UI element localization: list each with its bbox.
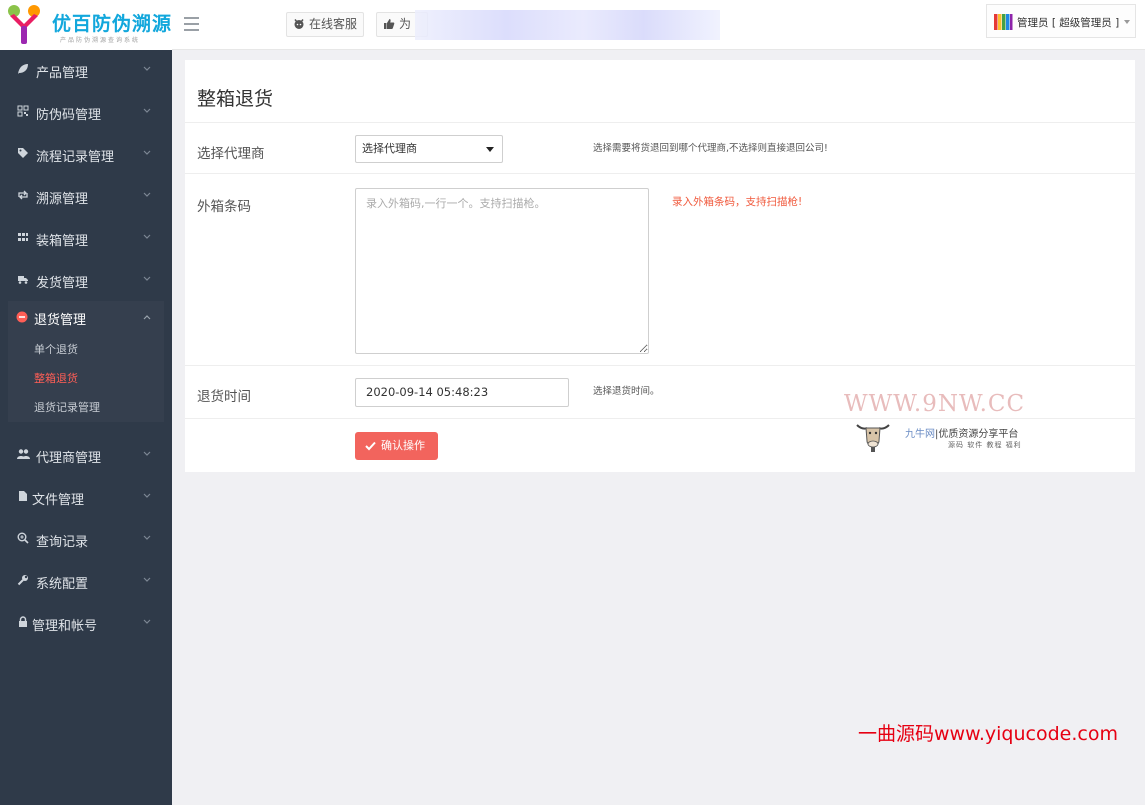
blurred-region bbox=[415, 10, 720, 40]
chevron-down-icon bbox=[142, 532, 152, 542]
minus-circle-icon bbox=[16, 311, 28, 323]
barcode-textarea[interactable] bbox=[355, 188, 649, 354]
sidebar-menu: 产品管理 防伪码管理 流程记录管理 溯源管理 装箱管理 发货管理 退货管理 单个… bbox=[0, 49, 172, 644]
logo-mark-icon bbox=[8, 5, 40, 44]
online-service-label: 在线客服 bbox=[309, 17, 358, 31]
sidebar-item-label: 管理和帐号 bbox=[32, 619, 98, 634]
divider bbox=[185, 122, 1135, 123]
watermark-brand: 九牛网 bbox=[905, 429, 935, 440]
top-bar: 在线客服 为 管理员 [ 超级管理员 ] bbox=[172, 0, 1145, 50]
sidebar-item-query-records[interactable]: 查询记录 bbox=[0, 518, 172, 560]
divider bbox=[185, 173, 1135, 174]
cow-logo-icon bbox=[856, 424, 890, 452]
sidebar-item-system-config[interactable]: 系统配置 bbox=[0, 560, 172, 602]
sidebar-item-label: 发货管理 bbox=[36, 276, 89, 291]
chevron-down-icon bbox=[142, 189, 152, 199]
sidebar-subitem-single-return[interactable]: 单个退货 bbox=[8, 335, 164, 364]
like-label: 为 bbox=[399, 17, 412, 31]
menu-toggle-icon[interactable] bbox=[184, 17, 199, 31]
divider bbox=[185, 418, 1135, 419]
caret-down-icon bbox=[1124, 20, 1130, 24]
retweet-icon bbox=[16, 189, 30, 203]
search-plus-icon bbox=[16, 532, 30, 546]
check-icon bbox=[365, 441, 376, 451]
sidebar: 优百防伪溯源 产品防伪溯源查询系统 产品管理 防伪码管理 流程记录管理 溯源管理… bbox=[0, 0, 172, 805]
sidebar-item-anticounterfeit[interactable]: 防伪码管理 bbox=[0, 91, 172, 133]
thumbs-up-icon bbox=[384, 19, 395, 29]
chevron-down-icon bbox=[142, 448, 152, 458]
sidebar-item-shipping[interactable]: 发货管理 bbox=[0, 259, 172, 301]
sidebar-item-label: 文件管理 bbox=[32, 493, 85, 508]
sidebar-item-label: 退货管理 bbox=[34, 313, 87, 328]
sidebar-item-product[interactable]: 产品管理 bbox=[0, 49, 172, 91]
agent-hint: 选择需要将货退回到哪个代理商,不选择则直接退回公司! bbox=[593, 143, 828, 154]
sidebar-item-returns[interactable]: 退货管理 bbox=[8, 301, 164, 335]
divider bbox=[185, 365, 1135, 366]
sidebar-item-label: 防伪码管理 bbox=[36, 108, 102, 123]
sidebar-item-accounts[interactable]: 管理和帐号 bbox=[0, 602, 172, 644]
file-icon bbox=[16, 490, 30, 504]
sidebar-item-label: 代理商管理 bbox=[36, 451, 102, 466]
chevron-down-icon bbox=[142, 490, 152, 500]
sidebar-item-trace[interactable]: 溯源管理 bbox=[0, 175, 172, 217]
watermark-name: 九牛网|优质资源分享平台 bbox=[905, 425, 1018, 440]
confirm-button[interactable]: 确认操作 bbox=[355, 432, 438, 460]
sidebar-item-label: 系统配置 bbox=[36, 577, 89, 592]
lock-icon bbox=[16, 616, 30, 630]
chevron-down-icon bbox=[142, 574, 152, 584]
return-time-input[interactable]: 2020-09-14 05:48:23 bbox=[355, 378, 569, 407]
qrcode-icon bbox=[16, 105, 30, 119]
chevron-down-icon bbox=[142, 231, 152, 241]
agent-select[interactable]: 选择代理商 bbox=[355, 135, 503, 163]
sidebar-subitem-return-records[interactable]: 退货记录管理 bbox=[8, 393, 164, 422]
sidebar-item-label: 溯源管理 bbox=[36, 192, 89, 207]
watermark-bottom: 一曲源码www.yiqucode.com bbox=[858, 723, 1118, 745]
agent-select-value: 选择代理商 bbox=[362, 142, 417, 155]
page-title: 整箱退货 bbox=[197, 88, 274, 110]
chevron-down-icon bbox=[142, 105, 152, 115]
user-menu[interactable]: 管理员 [ 超级管理员 ] bbox=[986, 4, 1136, 38]
agent-label: 选择代理商 bbox=[197, 146, 265, 162]
watermark-slogan: |优质资源分享平台 bbox=[935, 429, 1019, 440]
logo-title: 优百防伪溯源 bbox=[52, 13, 173, 35]
chevron-up-icon bbox=[142, 312, 152, 327]
chevron-down-icon bbox=[142, 63, 152, 73]
barcode-label: 外箱条码 bbox=[197, 199, 251, 215]
sidebar-item-process-record[interactable]: 流程记录管理 bbox=[0, 133, 172, 175]
watermark-tags: 源码 软件 教程 福利 bbox=[948, 441, 1022, 449]
confirm-label: 确认操作 bbox=[381, 439, 425, 452]
sidebar-item-label: 查询记录 bbox=[36, 535, 89, 550]
user-label: 管理员 [ 超级管理员 ] bbox=[1017, 17, 1120, 29]
avatar-icon bbox=[994, 14, 1013, 30]
sidebar-item-packing[interactable]: 装箱管理 bbox=[0, 217, 172, 259]
sidebar-subitem-box-return[interactable]: 整箱退货 bbox=[8, 364, 164, 393]
online-service-button[interactable]: 在线客服 bbox=[286, 12, 365, 37]
sidebar-item-label: 产品管理 bbox=[36, 66, 89, 81]
logo-subtitle: 产品防伪溯源查询系统 bbox=[60, 37, 141, 44]
logo[interactable]: 优百防伪溯源 产品防伪溯源查询系统 bbox=[0, 0, 172, 50]
chevron-down-icon bbox=[142, 616, 152, 626]
sidebar-item-agents[interactable]: 代理商管理 bbox=[0, 434, 172, 476]
sidebar-item-label: 流程记录管理 bbox=[36, 150, 115, 165]
users-icon bbox=[16, 448, 30, 462]
tag-icon bbox=[16, 147, 30, 161]
wrench-icon bbox=[16, 574, 30, 588]
chevron-down-icon bbox=[142, 147, 152, 157]
github-icon bbox=[294, 19, 304, 29]
leaf-icon bbox=[16, 63, 30, 77]
sidebar-item-label: 装箱管理 bbox=[36, 234, 89, 249]
chevron-down-icon bbox=[142, 273, 152, 283]
sidebar-group-returns: 退货管理 单个退货 整箱退货 退货记录管理 bbox=[8, 301, 164, 422]
barcode-hint: 录入外箱条码，支持扫描枪! bbox=[672, 196, 803, 208]
grid-icon bbox=[16, 231, 30, 245]
truck-icon bbox=[16, 273, 30, 287]
return-time-hint: 选择退货时间。 bbox=[593, 386, 660, 397]
return-time-label: 退货时间 bbox=[197, 389, 251, 405]
sidebar-item-files[interactable]: 文件管理 bbox=[0, 476, 172, 518]
caret-down-icon bbox=[486, 147, 494, 152]
watermark-site: WWW.9NW.CC bbox=[844, 391, 1026, 417]
